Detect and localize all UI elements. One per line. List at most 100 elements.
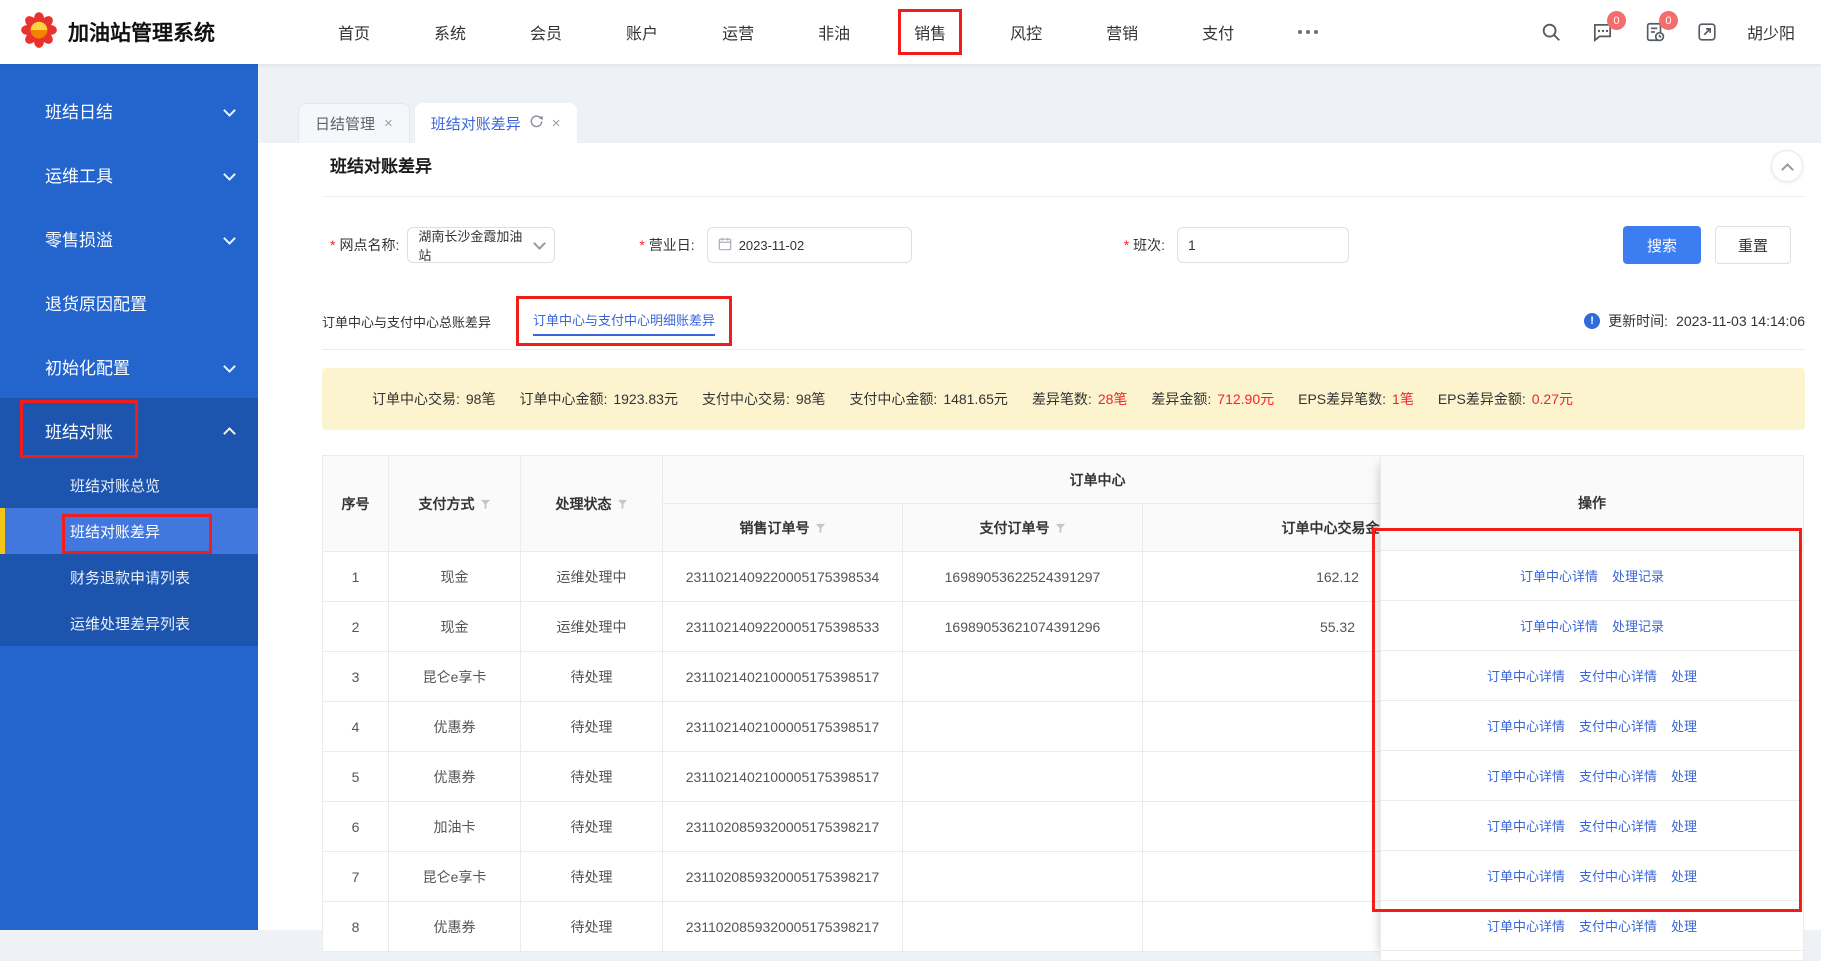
nav-item-sales[interactable]: 销售 (898, 9, 963, 55)
link-order-center-detail[interactable]: 订单中心详情 (1487, 766, 1565, 785)
todo-list-icon[interactable]: 0 (1643, 11, 1678, 44)
filter-buttons: 搜索 重置 (1623, 226, 1791, 264)
link-order-center-detail[interactable]: 订单中心详情 (1487, 816, 1565, 835)
link-process-record[interactable]: 处理记录 (1612, 566, 1664, 585)
col-sale-order-no[interactable]: 销售订单号 (662, 503, 903, 552)
sidebar-item-label: 班结对账 (45, 422, 113, 442)
summary-value: 0.27元 (1531, 391, 1573, 407)
link-pay-center-detail[interactable]: 支付中心详情 (1579, 716, 1657, 735)
column-header-label: 序号 (341, 495, 370, 512)
tab-shift-recon-diff[interactable]: 班结对账差异 × (414, 103, 577, 143)
nav-more-icon[interactable] (1298, 30, 1319, 34)
actions-row: 订单中心详情 支付中心详情 处理 (1381, 701, 1803, 751)
summary-label: 支付中心交易: (701, 391, 790, 407)
cell-sale-order-no: 2311020859320005175398217 (662, 801, 903, 852)
link-order-center-detail[interactable]: 订单中心详情 (1487, 666, 1565, 685)
sidebar-item-return-reason-config[interactable]: 退货原因配置 (0, 270, 258, 334)
cell-amount (1142, 701, 1380, 752)
close-tab-icon[interactable]: × (384, 116, 393, 131)
sidebar-item-shift-daily-close[interactable]: 班结日结 (0, 78, 258, 142)
col-process-status[interactable]: 处理状态 (520, 455, 663, 552)
sidebar-item-init-config[interactable]: 初始化配置 (0, 334, 258, 398)
link-process-record[interactable]: 处理记录 (1612, 616, 1664, 635)
tab-label: 日结管理 (315, 116, 376, 133)
filter-funnel-icon[interactable] (480, 499, 491, 510)
nav-item-marketing[interactable]: 营销 (1106, 20, 1138, 44)
search-icon[interactable] (1539, 20, 1563, 44)
sidebar-subitem-recon-diff[interactable]: 班结对账差异 (0, 508, 258, 554)
actions-row: 订单中心详情 处理记录 (1381, 551, 1803, 601)
summary-item: 支付中心交易: 98笔 (702, 389, 825, 409)
link-order-center-detail[interactable]: 订单中心详情 (1487, 916, 1565, 935)
business-date-picker[interactable]: 2023-11-02 (706, 227, 912, 263)
cell-process-status: 待处理 (520, 851, 663, 902)
subtab-detail-ledger-diff[interactable]: 订单中心与支付中心明细账差异 (533, 310, 716, 336)
update-time-value: 2023-11-03 14:14:06 (1676, 313, 1805, 329)
current-user[interactable]: 胡少阳 (1747, 20, 1795, 44)
link-process[interactable]: 处理 (1671, 916, 1697, 935)
filter-funnel-icon[interactable] (1055, 523, 1066, 534)
nav-item-nonoil[interactable]: 非油 (818, 20, 850, 44)
sidebar-item-shift-reconciliation[interactable]: 班结对账 (0, 398, 258, 462)
station-select[interactable]: 湖南长沙金霞加油站 (407, 227, 556, 263)
link-order-center-detail[interactable]: 订单中心详情 (1520, 616, 1598, 635)
shift-input[interactable]: 1 (1177, 227, 1350, 263)
column-header-label: 销售订单号 (739, 519, 810, 536)
link-pay-center-detail[interactable]: 支付中心详情 (1579, 866, 1657, 885)
actions-row: 订单中心详情 处理记录 (1381, 601, 1803, 651)
col-pay-method[interactable]: 支付方式 (388, 455, 521, 552)
sidebar-subitem-label: 财务退款申请列表 (70, 569, 191, 587)
link-pay-center-detail[interactable]: 支付中心详情 (1579, 816, 1657, 835)
sidebar-subitem-recon-overview[interactable]: 班结对账总览 (0, 462, 258, 508)
refresh-tab-icon[interactable] (530, 114, 543, 132)
link-pay-center-detail[interactable]: 支付中心详情 (1579, 916, 1657, 935)
tab-daily-close-management[interactable]: 日结管理 × (298, 103, 410, 143)
reset-button[interactable]: 重置 (1715, 226, 1791, 264)
nav-item-home[interactable]: 首页 (338, 20, 370, 44)
collapse-panel-button[interactable] (1771, 150, 1803, 182)
todo-badge: 0 (1658, 11, 1678, 30)
summary-item: 差异笔数: 28笔 (1032, 389, 1127, 409)
messages-icon[interactable]: 0 (1591, 11, 1626, 44)
link-process[interactable]: 处理 (1671, 816, 1697, 835)
sidebar-subitem-ops-diff-list[interactable]: 运维处理差异列表 (0, 600, 258, 646)
nav-item-system[interactable]: 系统 (434, 20, 466, 44)
nav-item-operations[interactable]: 运营 (722, 20, 754, 44)
fullscreen-icon[interactable] (1695, 20, 1719, 44)
filter-funnel-icon[interactable] (617, 499, 628, 510)
search-button[interactable]: 搜索 (1623, 226, 1701, 264)
link-process[interactable]: 处理 (1671, 866, 1697, 885)
link-pay-center-detail[interactable]: 支付中心详情 (1579, 766, 1657, 785)
cell-pay-order-no (902, 651, 1143, 702)
close-tab-icon[interactable]: × (552, 116, 561, 131)
cell-seq: 4 (322, 701, 389, 752)
summary-item: EPS差异笔数: 1笔 (1298, 389, 1414, 409)
link-pay-center-detail[interactable]: 支付中心详情 (1579, 666, 1657, 685)
link-process[interactable]: 处理 (1671, 666, 1697, 685)
link-order-center-detail[interactable]: 订单中心详情 (1487, 716, 1565, 735)
filter-funnel-icon[interactable] (815, 523, 826, 534)
nav-item-risk-control[interactable]: 风控 (1010, 20, 1042, 44)
link-order-center-detail[interactable]: 订单中心详情 (1520, 566, 1598, 585)
link-process[interactable]: 处理 (1671, 766, 1697, 785)
content-panel: 班结对账差异 网点名称: 湖南长沙金霞加油站 营业日: 2023-11-02 班… (258, 143, 1821, 961)
nav-item-payment[interactable]: 支付 (1202, 20, 1234, 44)
col-pay-order-no[interactable]: 支付订单号 (902, 503, 1143, 552)
sidebar-item-retail-loss[interactable]: 零售损溢 (0, 206, 258, 270)
nav-item-account[interactable]: 账户 (626, 20, 658, 44)
sidebar-item-ops-tools[interactable]: 运维工具 (0, 142, 258, 206)
table-row: 6 加油卡 待处理 2311020859320005175398217 (322, 801, 1380, 852)
nav-item-member[interactable]: 会员 (530, 20, 562, 44)
update-time-label: 更新时间: (1608, 313, 1669, 329)
col-group-order-center: 订单中心 (662, 455, 1380, 504)
sidebar-item-label: 运维工具 (45, 166, 113, 186)
link-order-center-detail[interactable]: 订单中心详情 (1487, 866, 1565, 885)
sidebar: 班结日结运维工具零售损溢 退货原因配置 初始化配置 班结对账 班结对账总览 班结对账差… (0, 64, 258, 930)
cell-seq: 5 (322, 751, 389, 802)
link-process[interactable]: 处理 (1671, 716, 1697, 735)
diff-table-scroll-area[interactable]: 序号 支付方式 处理状态 订单中心销售订单号 支付订单号 订单中心交易金额 1现金运维处理… (322, 455, 1380, 961)
subtab-total-ledger-diff[interactable]: 订单中心与支付中心总账差异 (322, 312, 491, 331)
table-row: 3 昆仑e享卡 待处理 2311021402100005175398517 (322, 651, 1380, 702)
summary-value: 28笔 (1097, 391, 1128, 407)
sidebar-subitem-finance-refund-list[interactable]: 财务退款申请列表 (0, 554, 258, 600)
